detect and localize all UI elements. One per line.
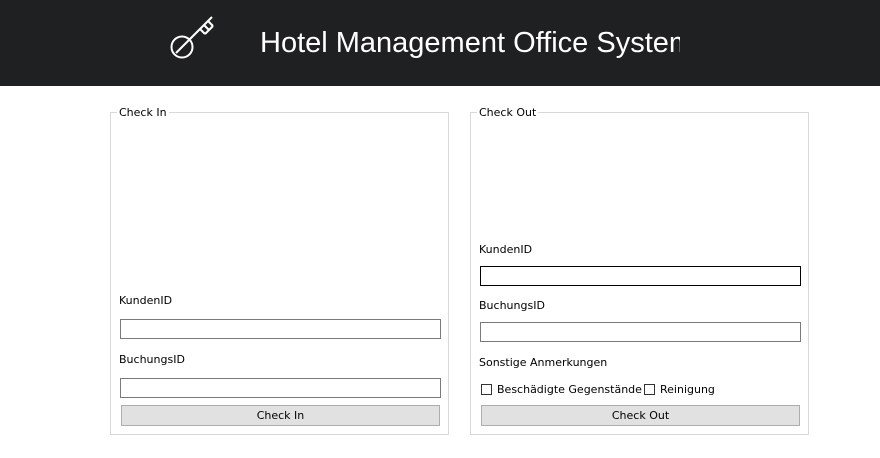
checkin-group-title: Check In: [117, 106, 169, 119]
damaged-items-checkbox-box[interactable]: [481, 384, 492, 395]
checkin-buchung-input[interactable]: [120, 378, 441, 398]
cleaning-checkbox-box[interactable]: [644, 384, 655, 395]
checkout-notes-label: Sonstige Anmerkungen: [479, 356, 608, 369]
damaged-items-label: Beschädigte Gegenstände: [497, 383, 642, 396]
checkout-button[interactable]: Check Out: [481, 405, 800, 426]
checkin-kunden-input[interactable]: [120, 319, 441, 339]
checkout-buchung-label: BuchungsID: [479, 299, 545, 312]
damaged-items-checkbox[interactable]: Beschädigte Gegenstände: [481, 383, 642, 396]
checkout-kunden-input[interactable]: [480, 266, 801, 286]
checkin-buchung-label: BuchungsID: [119, 353, 185, 366]
app-title: Hotel Management Office System: [260, 27, 680, 59]
key-icon: [170, 16, 214, 59]
checkin-kunden-label: KundenID: [119, 294, 173, 307]
checkout-group-title: Check Out: [477, 106, 539, 119]
checkout-kunden-label: KundenID: [479, 243, 533, 256]
cleaning-checkbox[interactable]: Reinigung: [644, 383, 715, 396]
checkin-button[interactable]: Check In: [121, 405, 440, 426]
app-header: Hotel Management Office System: [0, 0, 880, 86]
checkout-group: Check Out KundenID BuchungsID Sonstige A…: [470, 106, 809, 435]
checkin-group: Check In KundenID BuchungsID Check In: [110, 106, 449, 435]
checkout-buchung-input[interactable]: [480, 322, 801, 342]
cleaning-label: Reinigung: [660, 383, 715, 396]
